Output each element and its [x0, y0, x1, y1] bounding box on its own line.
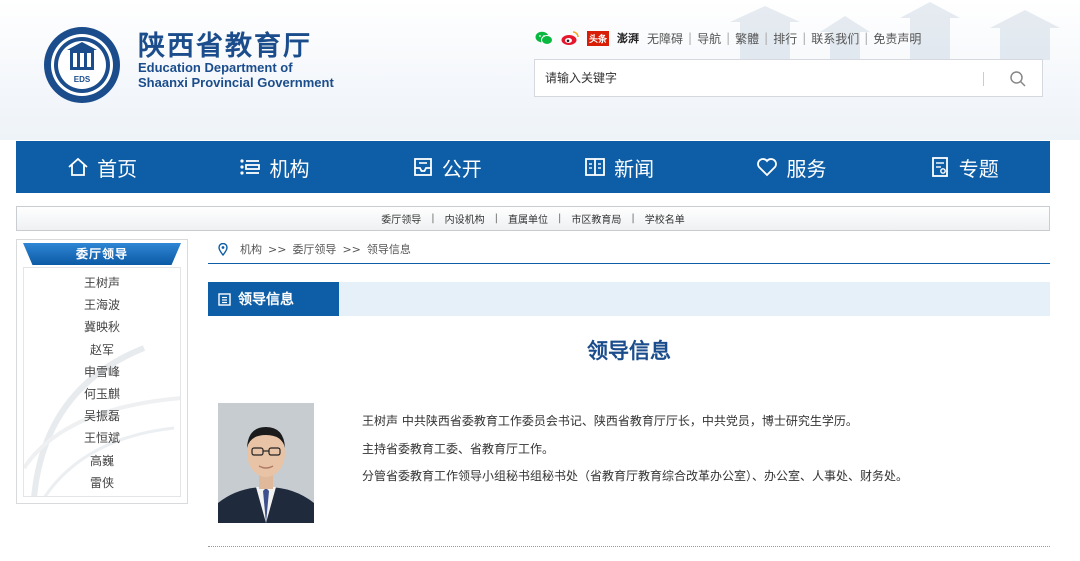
- location-pin-icon: [218, 242, 228, 256]
- toplink-disclaimer[interactable]: 免责声明: [873, 30, 921, 47]
- bio-line: 主持省委教育工委、省教育厅工作。: [362, 441, 555, 456]
- content-divider: [208, 546, 1050, 547]
- divider: |: [802, 31, 807, 45]
- divider: |: [864, 31, 869, 45]
- site-title-en-line1: Education Department of: [138, 60, 293, 75]
- search-icon[interactable]: [1008, 69, 1028, 89]
- toplink-traditional-chinese[interactable]: 繁體: [735, 30, 759, 47]
- divider: |: [494, 213, 498, 224]
- document-icon: [931, 157, 948, 177]
- divider: |: [431, 213, 435, 224]
- section-tab: 领导信息: [208, 282, 339, 316]
- subnav-item-affiliated-units[interactable]: 直属单位: [508, 211, 548, 226]
- sub-nav: 委厅领导 | 内设机构 | 直属单位 | 市区教育局 | 学校名单: [16, 206, 1050, 231]
- subnav-item-city-bureaus[interactable]: 市区教育局: [571, 211, 621, 226]
- breadcrumb-current: 领导信息: [366, 243, 411, 256]
- sidebar: 委厅领导 王树声 王海波 冀映秋 赵军 申雪峰 何玉麒 吴振磊 王恒斌 高巍 雷…: [16, 239, 188, 504]
- breadcrumb-item[interactable]: 机构: [240, 241, 262, 257]
- nav-item-topics[interactable]: 专题: [878, 141, 1050, 193]
- page-title: 领导信息: [587, 339, 671, 363]
- nav-item-label: 服务: [786, 156, 827, 181]
- home-icon: [68, 157, 88, 176]
- toplink-navigation[interactable]: 导航: [697, 30, 721, 47]
- heart-icon: [757, 158, 778, 177]
- breadcrumb-underline: [208, 263, 1050, 264]
- nav-item-label: 新闻: [614, 156, 655, 181]
- sidebar-item[interactable]: 王树声: [24, 272, 180, 294]
- inbox-icon: [413, 158, 432, 176]
- divider: |: [558, 213, 562, 224]
- bio-line: 分管省委教育工作领导小组秘书组秘书处（省教育厅教育综合改革办公室）、办公室、人事…: [362, 469, 909, 483]
- divider: |: [764, 31, 769, 45]
- search-box: [534, 59, 1043, 97]
- toplink-accessibility[interactable]: 无障碍: [647, 30, 683, 47]
- emblem-text: EDS: [74, 75, 91, 84]
- document-list-icon: [218, 292, 231, 306]
- site-title-en-line2: Shaanxi Provincial Government: [138, 75, 334, 90]
- site-header: EDS 陕西省教育厅 Education Department of Shaan…: [0, 0, 1080, 140]
- nav-item-home[interactable]: 首页: [16, 141, 188, 193]
- toplink-ranking[interactable]: 排行: [773, 30, 797, 47]
- nav-item-label: 专题: [958, 156, 999, 181]
- nav-item-news[interactable]: 新闻: [533, 141, 705, 193]
- breadcrumb-item[interactable]: 委厅领导: [292, 241, 336, 257]
- sidebar-item[interactable]: 王恒斌: [24, 427, 180, 449]
- sidebar-list-container: 王树声 王海波 冀映秋 赵军 申雪峰 何玉麒 吴振磊 王恒斌 高巍 雷侠: [23, 267, 181, 497]
- sidebar-item[interactable]: 高巍: [24, 450, 180, 472]
- sidebar-item[interactable]: 吴振磊: [24, 405, 180, 427]
- sidebar-item[interactable]: 雷侠: [24, 472, 180, 494]
- divider: |: [726, 31, 731, 45]
- pengpai-icon[interactable]: 澎湃: [617, 30, 639, 46]
- list-icon: [240, 159, 261, 175]
- leader-bio: 王树声 中共陕西省委教育工作委员会书记、陕西省教育厅厅长，中共党员，博士研究生学…: [362, 408, 908, 491]
- top-links: 头条 澎湃 无障碍 | 导航 | 繁體 | 排行 | 联系我们 | 免责声明: [535, 29, 921, 47]
- divider: |: [688, 31, 693, 45]
- breadcrumb: 机构 >> 委厅领导 >> 领导信息: [218, 241, 411, 257]
- sidebar-item[interactable]: 申雪峰: [24, 361, 180, 383]
- section-tab-label: 领导信息: [238, 292, 294, 308]
- divider: |: [631, 213, 635, 224]
- book-icon: [585, 158, 606, 176]
- weibo-icon[interactable]: [561, 30, 579, 46]
- sidebar-list: 王树声 王海波 冀映秋 赵军 申雪峰 何玉麒 吴振磊 王恒斌 高巍 雷侠: [24, 268, 180, 494]
- nav-item-label: 机构: [269, 156, 310, 181]
- bio-line: 王树声 中共陕西省委教育工作委员会书记、陕西省教育厅厅长，中共党员，博士研究生学…: [362, 414, 858, 428]
- subnav-item-leadership[interactable]: 委厅领导: [381, 211, 421, 226]
- department-emblem-icon[interactable]: EDS: [43, 26, 121, 104]
- nav-item-label: 首页: [97, 156, 138, 181]
- wechat-icon[interactable]: [535, 31, 553, 45]
- sidebar-item[interactable]: 何玉麒: [24, 383, 180, 405]
- subnav-item-school-list[interactable]: 学校名单: [645, 211, 685, 226]
- nav-item-label: 公开: [441, 156, 482, 181]
- sidebar-title: 委厅领导: [23, 243, 181, 265]
- site-title-cn[interactable]: 陕西省教育厅: [138, 24, 312, 63]
- sidebar-item[interactable]: 王海波: [24, 294, 180, 316]
- nav-item-service[interactable]: 服务: [705, 141, 877, 193]
- nav-item-public[interactable]: 公开: [361, 141, 533, 193]
- breadcrumb-separator: >>: [268, 242, 287, 256]
- sidebar-item[interactable]: 冀映秋: [24, 316, 180, 338]
- sidebar-item[interactable]: 赵军: [24, 339, 180, 361]
- toplink-contact[interactable]: 联系我们: [811, 30, 859, 47]
- search-input[interactable]: [535, 60, 965, 96]
- breadcrumb-separator: >>: [342, 242, 361, 256]
- toutiao-icon[interactable]: 头条: [587, 30, 610, 46]
- leader-photo: [218, 403, 314, 523]
- subnav-item-internal-departments[interactable]: 内设机构: [445, 211, 485, 226]
- main-nav: 首页 机构 公开 新闻 服务 专题: [16, 141, 1050, 193]
- nav-item-organization[interactable]: 机构: [188, 141, 360, 193]
- search-divider: [983, 72, 984, 86]
